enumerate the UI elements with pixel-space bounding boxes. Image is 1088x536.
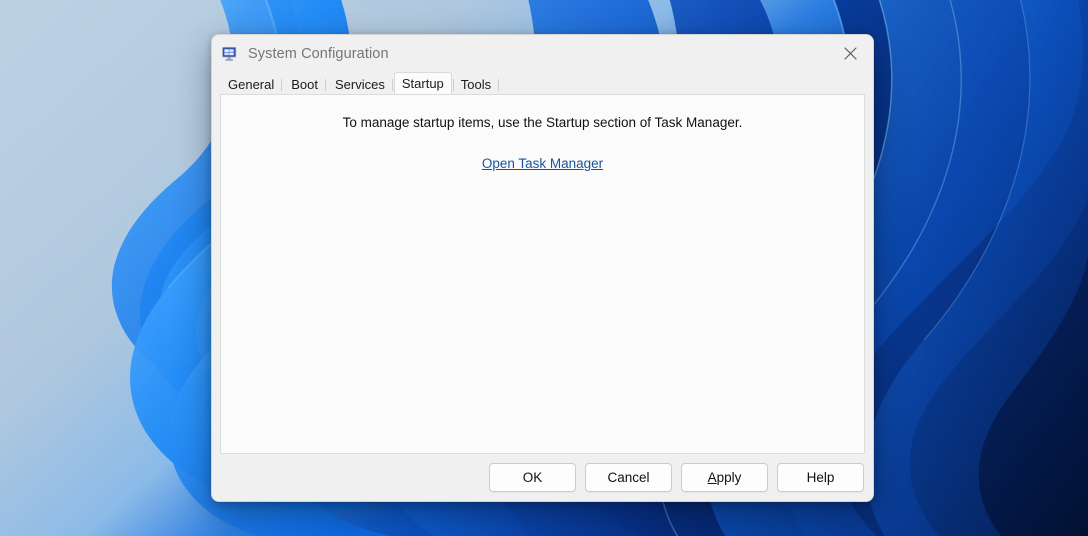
cancel-button[interactable]: Cancel: [585, 463, 672, 492]
close-icon[interactable]: [828, 35, 873, 72]
system-configuration-dialog: System Configuration General Boot Servic…: [211, 34, 874, 502]
tab-label: Tools: [461, 78, 491, 91]
tab-label: Boot: [291, 78, 318, 91]
dialog-content-wrap: To manage startup items, use the Startup…: [212, 94, 873, 454]
button-label: OK: [523, 470, 543, 485]
button-label: Cancel: [607, 470, 649, 485]
accel-char: A: [708, 470, 717, 485]
open-task-manager-link-row: Open Task Manager: [221, 155, 864, 173]
tab-tools[interactable]: Tools: [453, 74, 499, 94]
startup-message: To manage startup items, use the Startup…: [221, 115, 864, 130]
ok-button[interactable]: OK: [489, 463, 576, 492]
tab-boot[interactable]: Boot: [283, 74, 326, 94]
tab-general[interactable]: General: [220, 74, 282, 94]
open-task-manager-link[interactable]: Open Task Manager: [482, 156, 603, 171]
dialog-tabstrip: General Boot Services Startup Tools: [212, 72, 873, 94]
accel-rest: pply: [717, 470, 742, 485]
button-label: Help: [807, 470, 835, 485]
tab-services[interactable]: Services: [327, 74, 393, 94]
help-button[interactable]: Help: [777, 463, 864, 492]
dialog-title: System Configuration: [248, 46, 389, 62]
startup-tab-panel: To manage startup items, use the Startup…: [220, 94, 865, 454]
tab-startup[interactable]: Startup: [394, 72, 452, 94]
tab-label: Startup: [402, 77, 444, 90]
button-label: Apply: [708, 470, 742, 485]
dialog-titlebar[interactable]: System Configuration: [212, 35, 873, 72]
system-configuration-monitor-icon: [221, 45, 239, 63]
dialog-button-bar: OK Cancel Apply Help: [212, 454, 873, 501]
apply-button[interactable]: Apply: [681, 463, 768, 492]
tab-label: General: [228, 78, 274, 91]
tab-label: Services: [335, 78, 385, 91]
